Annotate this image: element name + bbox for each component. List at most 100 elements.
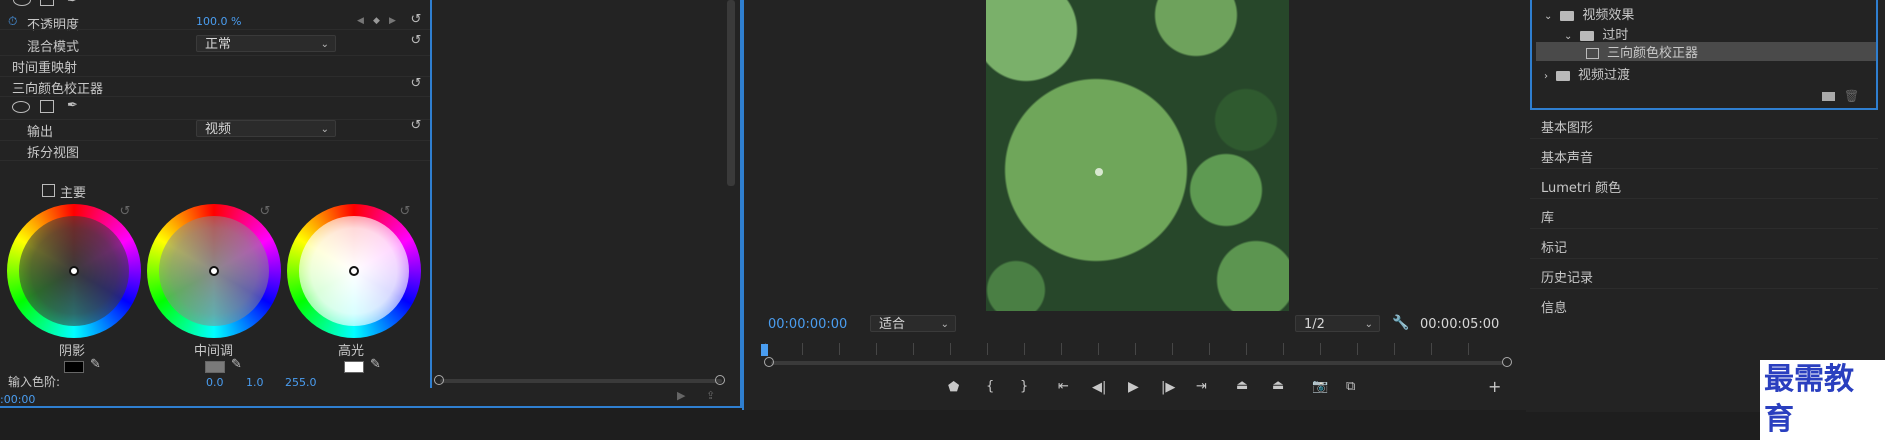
go-to-in-icon[interactable]: ⇤ bbox=[1058, 379, 1069, 394]
master-label: 主要 bbox=[60, 186, 87, 201]
chevron-down-icon: ⌄ bbox=[1364, 319, 1373, 330]
scroll-handle-left[interactable] bbox=[764, 357, 774, 367]
resolution-dropdown[interactable]: 1/2 ⌄ bbox=[1295, 315, 1380, 332]
prev-keyframe-icon[interactable]: ◀ bbox=[357, 16, 364, 26]
reset-icon[interactable]: ↺ bbox=[409, 13, 423, 27]
new-folder-icon[interactable] bbox=[1822, 92, 1835, 101]
go-to-out-icon[interactable]: ⇥ bbox=[1196, 379, 1207, 394]
blend-mode-value: 正常 bbox=[205, 37, 232, 52]
highlights-wheel[interactable] bbox=[287, 204, 421, 338]
midtones-label: 中间调 bbox=[194, 344, 234, 359]
panel-markers[interactable]: 标记 bbox=[1541, 237, 1567, 256]
scroll-handle-right[interactable] bbox=[1502, 357, 1512, 367]
opacity-label: 不透明度 bbox=[27, 18, 80, 33]
split-view-label[interactable]: 拆分视图 bbox=[27, 142, 79, 161]
vertical-scrollbar[interactable] bbox=[727, 0, 735, 186]
panel-essential-sound[interactable]: 基本声音 bbox=[1541, 147, 1593, 166]
three-way-color-corrector-label[interactable]: 三向颜色校正器 bbox=[12, 78, 103, 97]
folder-icon bbox=[1560, 10, 1575, 21]
lift-icon[interactable]: ⏏ bbox=[1236, 378, 1248, 393]
camera-icon[interactable]: 📷 bbox=[1312, 379, 1328, 394]
shadows-wheel[interactable] bbox=[7, 204, 141, 338]
panel-libraries[interactable]: 库 bbox=[1541, 207, 1554, 226]
zoom-scrollbar[interactable] bbox=[771, 361, 1503, 365]
pen-mask-icon[interactable]: ✒ bbox=[67, 0, 78, 8]
tree-item-three-way[interactable]: 三向颜色校正器 bbox=[1536, 42, 1876, 61]
video-frame[interactable] bbox=[986, 0, 1289, 311]
midtones-wheel[interactable] bbox=[147, 204, 281, 338]
playhead[interactable] bbox=[761, 344, 768, 356]
panel-lumetri-color[interactable]: Lumetri 颜色 bbox=[1541, 177, 1621, 196]
color-wheel[interactable] bbox=[147, 204, 281, 338]
current-time-display[interactable]: :00:00 bbox=[0, 393, 35, 406]
out-point-icon[interactable]: } bbox=[1020, 379, 1028, 394]
master-checkbox[interactable] bbox=[42, 184, 55, 197]
chevron-down-icon: ⌄ bbox=[320, 124, 329, 135]
in-point-icon[interactable]: { bbox=[986, 379, 994, 394]
eyedropper-icon[interactable]: ✎ bbox=[370, 357, 381, 372]
shadows-swatch[interactable] bbox=[64, 361, 84, 373]
reset-icon[interactable]: ↺ bbox=[398, 205, 412, 219]
color-wheel[interactable] bbox=[287, 204, 421, 338]
extract-icon[interactable]: ⏏ bbox=[1272, 378, 1284, 393]
output-label: 输出 bbox=[27, 125, 54, 140]
tree-item-transition[interactable]: ⌄ 过时 bbox=[1564, 24, 1628, 43]
highlights-swatch[interactable] bbox=[344, 361, 364, 373]
add-keyframe-icon[interactable]: ◆ bbox=[373, 16, 380, 26]
blend-mode-dropdown[interactable]: 正常 ⌄ bbox=[196, 35, 336, 52]
ellipse-mask-icon[interactable] bbox=[13, 0, 31, 6]
eyedropper-icon[interactable]: ✎ bbox=[231, 357, 242, 372]
input-gray-value[interactable]: 1.0 bbox=[246, 376, 264, 389]
input-black-value[interactable]: 0.0 bbox=[206, 376, 224, 389]
panel-history[interactable]: 历史记录 bbox=[1541, 267, 1593, 286]
scroll-handle-right[interactable] bbox=[715, 375, 725, 385]
reset-icon[interactable]: ↺ bbox=[118, 205, 132, 219]
export-icon[interactable]: ⇪ bbox=[706, 389, 715, 402]
stopwatch-icon[interactable]: ⏱ bbox=[8, 14, 17, 29]
input-levels-label: 输入色阶: bbox=[8, 375, 61, 389]
play-icon[interactable]: ▶ bbox=[1128, 379, 1139, 395]
effect-timeline-scrollbar[interactable] bbox=[440, 379, 722, 383]
time-remap-label[interactable]: 时间重映射 bbox=[12, 57, 77, 76]
reset-icon[interactable]: ↺ bbox=[409, 34, 423, 48]
marker-icon[interactable]: ⬟ bbox=[948, 380, 959, 395]
tree-label: 视频效果 bbox=[1582, 8, 1635, 23]
program-duration: 00:00:05:00 bbox=[1420, 317, 1500, 332]
effect-timeline-divider[interactable] bbox=[430, 0, 432, 388]
wrench-icon[interactable]: 🔧 bbox=[1392, 315, 1409, 331]
blend-mode-label: 混合模式 bbox=[27, 40, 80, 55]
wheel-center-handle[interactable] bbox=[69, 266, 79, 276]
midtones-swatch[interactable] bbox=[205, 361, 225, 373]
scroll-handle-left[interactable] bbox=[434, 375, 444, 385]
delete-icon[interactable]: 🗑 bbox=[1844, 89, 1859, 103]
time-ruler[interactable] bbox=[765, 343, 1505, 355]
rectangle-mask-icon[interactable] bbox=[40, 100, 54, 113]
pen-mask-icon[interactable]: ✒ bbox=[67, 98, 78, 113]
reset-icon[interactable]: ↺ bbox=[409, 77, 423, 91]
rectangle-mask-icon[interactable] bbox=[40, 0, 54, 6]
program-current-time[interactable]: 00:00:00:00 bbox=[768, 317, 847, 332]
color-wheel[interactable] bbox=[7, 204, 141, 338]
tree-item-video-effects[interactable]: ⌄ 视频效果 bbox=[1544, 4, 1634, 23]
filter-icon[interactable]: ▶ bbox=[677, 389, 685, 402]
tree-item-video-transitions[interactable]: › 视频过渡 bbox=[1544, 64, 1630, 83]
output-dropdown[interactable]: 视频 ⌄ bbox=[196, 120, 336, 137]
ellipse-mask-icon[interactable] bbox=[12, 101, 30, 113]
panel-info[interactable]: 信息 bbox=[1541, 297, 1567, 316]
step-forward-icon[interactable]: |▶ bbox=[1161, 380, 1175, 395]
opacity-value[interactable]: 100.0 % bbox=[196, 15, 241, 28]
eyedropper-icon[interactable]: ✎ bbox=[90, 357, 101, 372]
reset-icon[interactable]: ↺ bbox=[409, 119, 423, 133]
compare-icon[interactable]: ⧉ bbox=[1346, 379, 1355, 394]
panel-essential-graphics[interactable]: 基本图形 bbox=[1541, 117, 1593, 136]
input-white-value[interactable]: 255.0 bbox=[285, 376, 317, 389]
wheel-center-handle[interactable] bbox=[209, 266, 219, 276]
effects-tree-panel: ⌄ 视频效果 ⌄ 过时 三向颜色校正器 › 视频过渡 🗑 bbox=[1530, 0, 1878, 110]
reset-icon[interactable]: ↺ bbox=[258, 205, 272, 219]
add-icon[interactable]: + bbox=[1488, 377, 1501, 396]
wheel-center-handle[interactable] bbox=[349, 266, 359, 276]
step-back-icon[interactable]: ◀| bbox=[1092, 380, 1106, 395]
shadows-label: 阴影 bbox=[59, 344, 86, 359]
zoom-fit-dropdown[interactable]: 适合 ⌄ bbox=[870, 315, 956, 332]
next-keyframe-icon[interactable]: ▶ bbox=[389, 16, 396, 26]
